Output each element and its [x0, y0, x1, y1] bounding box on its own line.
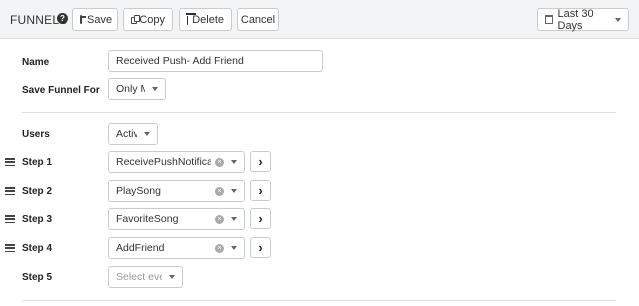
chevron-down-icon [152, 87, 158, 91]
step-event-value: ReceivePushNotification [116, 156, 211, 168]
name-label: Name [22, 57, 50, 68]
delete-button-label: Delete [192, 13, 224, 26]
save-icon [80, 15, 86, 24]
chevron-down-icon [615, 17, 621, 22]
chevron-down-icon [231, 246, 237, 250]
step-3-event-select[interactable]: FavoriteSong × [108, 208, 245, 230]
calendar-icon [545, 15, 553, 24]
step-label: Step 1 [22, 157, 53, 168]
copy-button-label: Copy [139, 13, 165, 26]
clear-icon[interactable]: × [215, 243, 224, 253]
delete-button[interactable]: Delete [179, 8, 232, 31]
date-range-dropdown[interactable]: Last 30 Days [537, 7, 629, 32]
funnel-name-value: Received Push- Add Friend [116, 55, 244, 67]
step-label: Step 4 [22, 243, 53, 254]
step-event-value: AddFriend [116, 242, 165, 254]
step-1-event-select[interactable]: ReceivePushNotification × [108, 151, 245, 173]
users-value: Active [116, 128, 137, 140]
step-label: Step 3 [22, 214, 53, 225]
chevron-down-icon [169, 275, 175, 279]
section-divider [22, 300, 616, 301]
step-event-value: PlaySong [116, 185, 161, 197]
step-1-next-button[interactable]: › [250, 151, 271, 172]
clear-icon[interactable]: × [215, 157, 224, 167]
clear-icon[interactable]: × [215, 214, 224, 224]
step-2-next-button[interactable]: › [250, 180, 271, 201]
save-for-select[interactable]: Only Me [108, 78, 166, 100]
save-button[interactable]: Save [72, 8, 118, 31]
funnel-name-input[interactable]: Received Push- Add Friend [108, 50, 323, 72]
chevron-right-icon: › [258, 240, 263, 255]
chevron-down-icon [231, 160, 237, 164]
section-divider [22, 112, 616, 113]
cancel-button[interactable]: Cancel [237, 8, 279, 31]
chevron-down-icon [231, 189, 237, 193]
drag-handle-icon[interactable] [5, 215, 15, 224]
cancel-button-label: Cancel [240, 13, 276, 26]
clear-icon[interactable]: × [215, 186, 224, 196]
save-for-value: Only Me [116, 83, 145, 95]
chevron-right-icon: › [258, 183, 263, 198]
date-range-label: Last 30 Days [557, 7, 594, 32]
step-5-event-select[interactable]: Select event [108, 266, 183, 288]
step-4-event-select[interactable]: AddFriend × [108, 237, 245, 259]
chevron-right-icon: › [258, 154, 263, 169]
copy-button[interactable]: Copy [123, 8, 173, 31]
drag-handle-icon[interactable] [5, 187, 15, 196]
step-4-next-button[interactable]: › [250, 237, 271, 258]
step-label: Step 2 [22, 186, 53, 197]
help-icon[interactable]: ? [57, 13, 68, 24]
step-2-event-select[interactable]: PlaySong × [108, 180, 245, 202]
step-3-next-button[interactable]: › [250, 208, 271, 229]
step-event-value: FavoriteSong [116, 213, 179, 225]
top-toolbar: FUNNELS ? Save Copy Delete Cancel Last 3… [0, 0, 639, 39]
chevron-right-icon: › [258, 211, 263, 226]
chevron-down-icon [231, 217, 237, 221]
save-button-label: Save [87, 13, 113, 26]
step-5-placeholder: Select event [116, 271, 162, 283]
drag-handle-icon[interactable] [5, 244, 15, 253]
chevron-down-icon [144, 132, 150, 136]
users-select[interactable]: Active [108, 123, 158, 145]
users-label: Users [22, 129, 50, 140]
copy-icon [131, 14, 141, 25]
save-for-label: Save Funnel For [22, 85, 100, 96]
drag-handle-icon[interactable] [5, 158, 15, 167]
step-5-label: Step 5 [22, 272, 53, 283]
